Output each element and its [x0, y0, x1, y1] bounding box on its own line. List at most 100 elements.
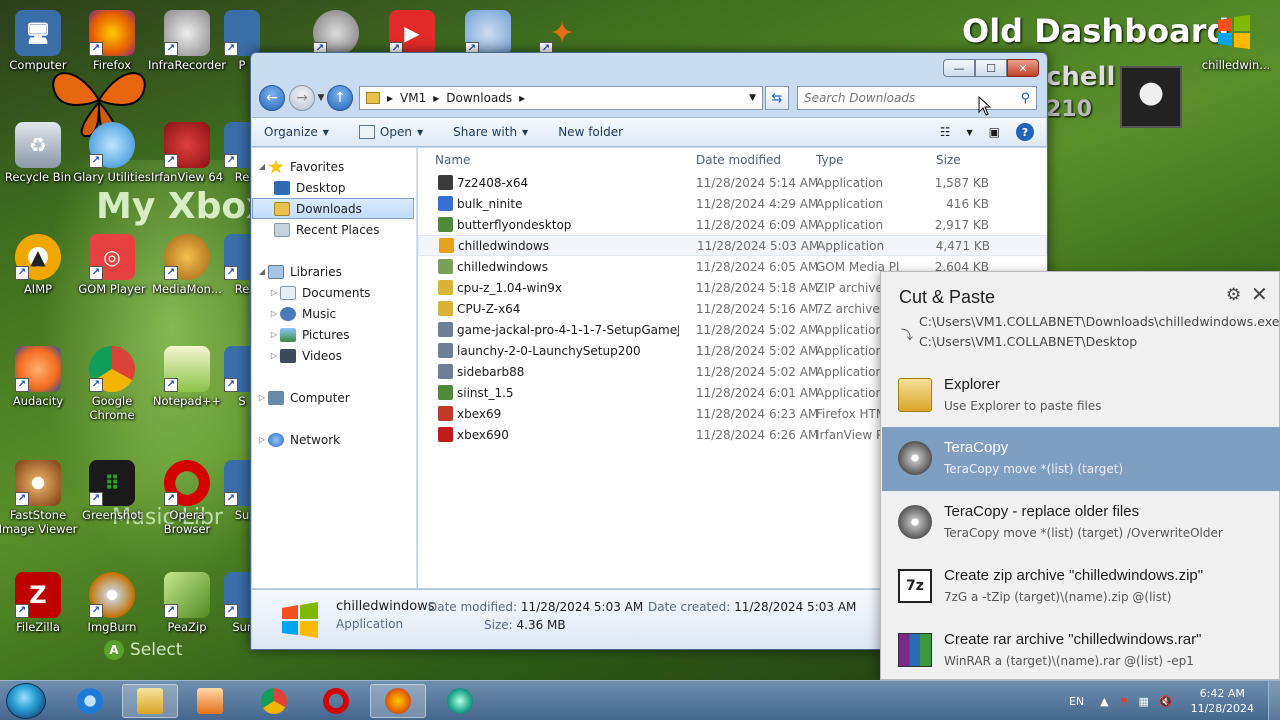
desktop-icon-opera[interactable]: ↗ Opera Browser [147, 460, 227, 536]
paste-option-create-rar[interactable]: Create rar archive "chilledwindows.rar" … [882, 619, 1280, 683]
open-button[interactable]: Open ▼ [358, 125, 423, 139]
column-size[interactable]: Size [919, 153, 989, 167]
desktop-icon-firefox[interactable]: ↗ Firefox [72, 10, 152, 72]
nav-pictures[interactable]: ▷ Pictures [252, 324, 416, 345]
details-size: Size: 4.36 MB [484, 618, 566, 632]
folder-icon [137, 688, 163, 714]
taskbar-chrome[interactable] [246, 684, 302, 718]
language-indicator[interactable]: EN [1069, 695, 1084, 708]
desktop-icon-glary[interactable]: ↗ Glary Utilities [72, 122, 152, 184]
nav-music[interactable]: ▷ Music [252, 303, 416, 324]
file-icon [438, 280, 453, 295]
refresh-button[interactable]: ⇆ [765, 86, 789, 110]
nav-network[interactable]: ▷ Network [252, 429, 416, 450]
file-row[interactable]: chilledwindows 11/28/2024 5:03 AM Applicat… [418, 235, 1047, 256]
up-button[interactable]: ↑ [327, 85, 353, 111]
file-row[interactable]: bulk_ninite 11/28/2024 4:29 AM Application… [418, 193, 1047, 214]
clock-date: 11/28/2024 [1190, 702, 1254, 715]
file-name-cell: game-jackal-pro-4-1-1-7-SetupGameJac... [418, 322, 679, 337]
action-center-icon[interactable]: ⚑ [1119, 695, 1129, 708]
recent-pages-dropdown[interactable]: ▼ [315, 93, 327, 103]
address-bar[interactable]: ▸ VM1 ▸ Downloads ▸ ▼ [359, 86, 763, 110]
desktop-icon-recycle-bin[interactable]: ♻ Recycle Bin [0, 122, 78, 184]
nav-libraries[interactable]: ◢ Libraries [252, 261, 416, 282]
breadcrumb-downloads[interactable]: Downloads [446, 91, 512, 105]
new-folder-button[interactable]: New folder [558, 125, 623, 139]
desktop-icon-filezilla[interactable]: Z ↗ FileZilla [0, 572, 78, 634]
taskbar-opera[interactable] [308, 684, 364, 718]
column-type[interactable]: Type [799, 153, 919, 167]
show-desktop-button[interactable] [1268, 681, 1280, 720]
desktop-icon-greenshot[interactable]: ⠿ ↗ Greenshot [72, 460, 152, 522]
desktop-icon-audacity[interactable]: ↗ Audacity [0, 346, 78, 408]
breadcrumb-separator[interactable]: ▸ [387, 91, 393, 105]
show-hidden-icons-icon[interactable]: ▲ [1100, 695, 1108, 708]
clock[interactable]: 6:42 AM 11/28/2024 [1191, 686, 1254, 716]
taskbar-media-player[interactable] [182, 684, 238, 718]
view-dropdown-icon[interactable]: ▼ [967, 128, 973, 137]
paste-option-teracopy-replace-older[interactable]: TeraCopy - replace older files TeraCopy … [882, 491, 1280, 555]
preview-pane-icon[interactable]: ▣ [989, 125, 1000, 139]
forward-button[interactable]: → [289, 85, 315, 111]
nav-videos[interactable]: ▷ Videos [252, 345, 416, 366]
network-status-icon[interactable]: ▦ [1138, 695, 1148, 708]
paste-option-create-zip[interactable]: 7z Create zip archive "chilledwindows.zi… [882, 555, 1280, 619]
close-icon[interactable]: ✕ [1251, 282, 1268, 306]
desktop-icon-butterfly[interactable]: ✦ ↗ [522, 10, 602, 58]
volume-muted-icon[interactable]: 🔇 [1159, 695, 1173, 708]
view-options-icon[interactable]: ☷ [940, 125, 951, 139]
file-date-cell: 11/28/2024 5:14 AM [696, 175, 819, 190]
file-row[interactable]: 7z2408-x64 11/28/2024 5:14 AM Application 1… [418, 172, 1047, 193]
column-name[interactable]: Name [418, 153, 679, 167]
folder-icon [366, 92, 380, 104]
desktop-icon-computer[interactable]: 🖥 Computer [0, 10, 78, 72]
breadcrumb-separator[interactable]: ▸ [433, 91, 439, 105]
file-icon [438, 175, 453, 190]
gear-icon[interactable]: ⚙ [1226, 285, 1241, 305]
breadcrumb-separator[interactable]: ▸ [519, 91, 525, 105]
taskbar-firefox[interactable] [370, 684, 426, 718]
column-headers: Name Date modified Type Size [418, 148, 1047, 172]
start-button[interactable] [6, 683, 46, 719]
nav-downloads[interactable]: Downloads [252, 198, 414, 219]
nav-recent-places[interactable]: Recent Places [252, 219, 416, 240]
desktop-icon-faststone[interactable]: ↗ FastStone Image Viewer [0, 460, 78, 536]
help-icon[interactable]: ? [1016, 123, 1034, 141]
address-dropdown-icon[interactable]: ▼ [749, 93, 756, 103]
desktop-icon-app[interactable]: ↗ [448, 10, 528, 58]
desktop-icon-chilledwindows[interactable]: chilledwin... [1196, 58, 1276, 72]
paste-option-explorer[interactable]: Explorer Use Explorer to paste files [882, 364, 1280, 428]
paste-option-teracopy[interactable]: TeraCopy TeraCopy move *(list) (target) [882, 427, 1280, 491]
organize-menu[interactable]: Organize ▼ [264, 125, 329, 139]
file-row[interactable]: butterflyondesktop 11/28/2024 6:09 AM Appl… [418, 214, 1047, 235]
taskbar-explorer[interactable] [122, 684, 178, 718]
column-date-modified[interactable]: Date modified [679, 153, 799, 167]
back-button[interactable]: ← [259, 85, 285, 111]
file-name-cell: CPU-Z-x64 [418, 301, 679, 316]
desktop-icon-notepadpp[interactable]: ↗ Notepad++ [147, 346, 227, 408]
nav-desktop[interactable]: Desktop [252, 177, 416, 198]
desktop-icon-peazip[interactable]: ↗ PeaZip [147, 572, 227, 634]
close-button[interactable]: ✕ [1007, 59, 1039, 77]
nav-computer[interactable]: ▷ Computer [252, 387, 416, 408]
minimize-button[interactable]: — [943, 59, 975, 77]
desktop-icon-chrome[interactable]: ↗ Google Chrome [72, 346, 152, 422]
desktop-icon-infrarecorder[interactable]: ↗ InfraRecorder [147, 10, 227, 72]
search-box[interactable]: ⚲ [797, 86, 1037, 110]
desktop-icon-aimp[interactable]: ▲ ↗ AIMP [0, 234, 78, 296]
source-path: C:\Users\VM1.COLLABNET\Downloads\chilled… [919, 314, 1280, 329]
desktop-icon-irfanview[interactable]: ↗ IrfanView 64 [147, 122, 227, 184]
desktop-icon-mediamonkey[interactable]: ↗ MediaMon... [147, 234, 227, 296]
nav-favorites[interactable]: ◢ Favorites [252, 156, 416, 177]
share-with-menu[interactable]: Share with ▼ [453, 125, 528, 139]
taskbar-internet-explorer[interactable] [62, 684, 118, 718]
search-icon[interactable]: ⚲ [1020, 91, 1030, 106]
taskbar-app[interactable] [432, 684, 488, 718]
desktop-icon-youtube[interactable]: ▶ ↗ [372, 10, 452, 58]
nav-documents[interactable]: ▷ Documents [252, 282, 416, 303]
maximize-button[interactable]: ☐ [975, 59, 1007, 77]
desktop-icon-imgburn[interactable]: ↗ ImgBurn [72, 572, 152, 634]
breadcrumb-vm1[interactable]: VM1 [400, 91, 426, 105]
desktop-icon-gom[interactable]: ◎ ↗ GOM Player [72, 234, 152, 296]
desktop-icon-disc[interactable]: ↗ [296, 10, 376, 58]
